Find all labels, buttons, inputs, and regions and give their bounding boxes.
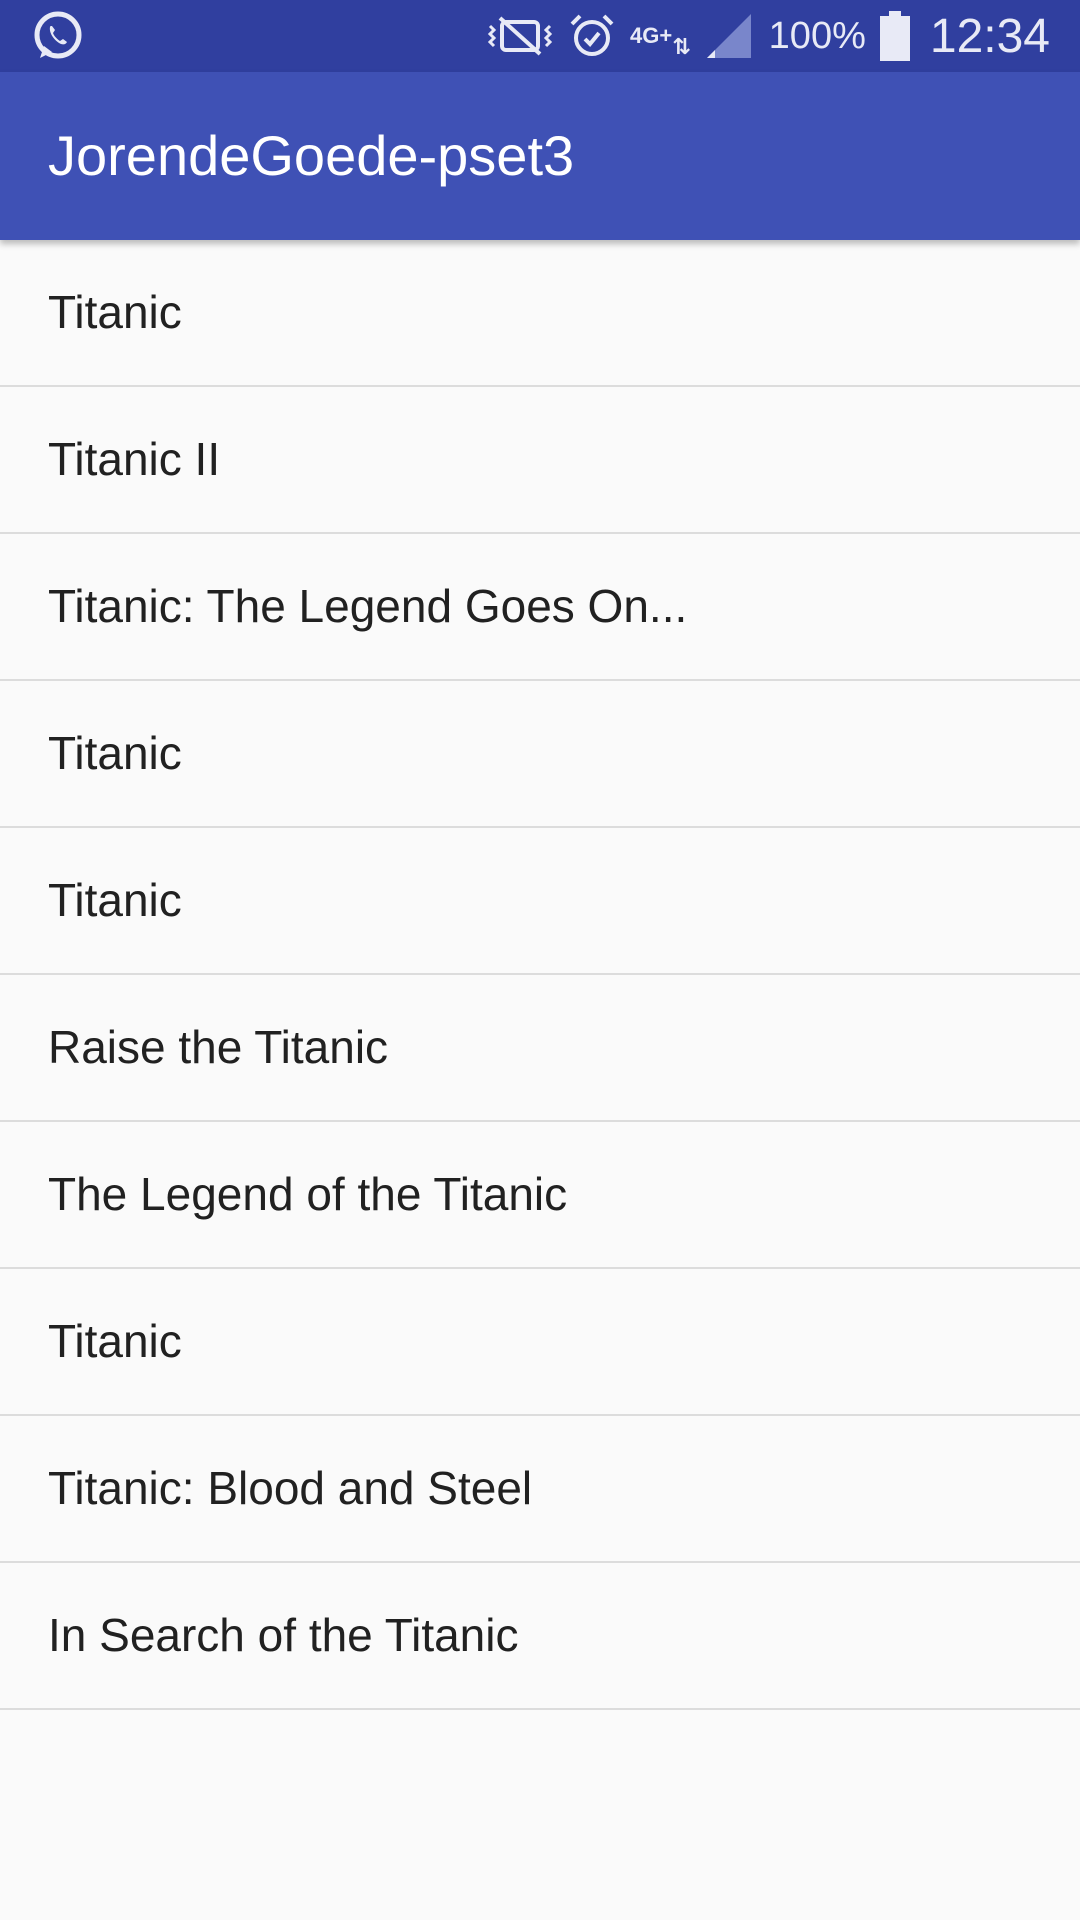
list-item[interactable]: Titanic xyxy=(0,240,1080,387)
list-item[interactable]: Titanic xyxy=(0,828,1080,975)
battery-percent: 100% xyxy=(768,14,866,57)
vibrate-icon xyxy=(486,12,554,60)
status-icons: 4G+ ⇅ 100% 12:34 xyxy=(472,0,1050,72)
status-bar: 4G+ ⇅ 100% 12:34 xyxy=(0,0,1080,72)
battery-icon xyxy=(879,11,910,61)
clock: 12:34 xyxy=(929,9,1050,63)
signal-icon xyxy=(705,12,753,60)
list-item[interactable]: Titanic II xyxy=(0,387,1080,534)
list-item[interactable]: Titanic xyxy=(0,1269,1080,1416)
list-item[interactable]: The Legend of the Titanic xyxy=(0,1122,1080,1269)
list-item[interactable]: In Search of the Titanic xyxy=(0,1563,1080,1710)
screen: 4G+ ⇅ 100% 12:34 JorendeGoede-pset3 Titan xyxy=(0,0,1080,1920)
list-item[interactable]: Titanic: Blood and Steel xyxy=(0,1416,1080,1563)
list-item[interactable]: Titanic xyxy=(0,681,1080,828)
alarm-icon xyxy=(568,12,616,60)
list-item[interactable]: Raise the Titanic xyxy=(0,975,1080,1122)
network-4g-icon: 4G+ ⇅ xyxy=(630,23,691,59)
app-bar: JorendeGoede-pset3 xyxy=(0,72,1080,240)
list-item[interactable]: Titanic: The Legend Goes On... xyxy=(0,534,1080,681)
movie-list: Titanic Titanic II Titanic: The Legend G… xyxy=(0,240,1080,1710)
network-label: 4G+ xyxy=(630,23,673,48)
whatsapp-icon xyxy=(30,8,86,64)
app-title: JorendeGoede-pset3 xyxy=(48,124,575,187)
